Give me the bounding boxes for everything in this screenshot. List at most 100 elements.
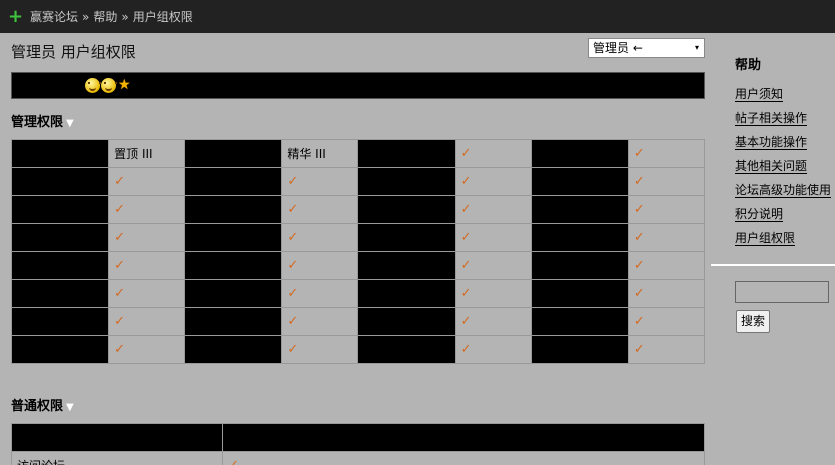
table-row: 置顶 III 精华 III ✓ ✓ [10,139,706,168]
search-input[interactable] [735,281,829,303]
permission-name-cell [357,167,456,196]
permission-name-cell [530,307,629,336]
check-icon: ✓ [228,458,239,465]
permission-name-cell [10,307,110,336]
check-icon: ✓ [114,202,126,217]
breadcrumb-item-help[interactable]: 帮助 [93,8,117,25]
permission-name-cell [10,223,110,252]
permission-value-cell: ✓ [627,251,706,280]
permission-name-cell [357,251,456,280]
permission-value-cell: ✓ [281,195,359,224]
permission-value: 精华 III [287,147,326,161]
permission-name-cell [357,279,456,308]
permission-value-cell: ✓ [454,167,532,196]
table-row: ✓ ✓ ✓ ✓ [10,279,706,308]
collapse-icon[interactable]: ▼ [66,118,74,129]
permission-value-cell: ✓ [454,195,532,224]
permission-value-cell: ✓ [108,251,186,280]
group-select[interactable]: 管理员 ← ▾ [588,38,705,58]
sidebar-link[interactable]: 积分说明 [735,207,784,222]
breadcrumb-item-forum[interactable]: 赢赛论坛 [30,8,78,25]
permission-value-cell: ✓ [108,195,186,224]
breadcrumb-item-current: 用户组权限 [132,10,193,24]
permission-value-cell: ✓ [281,223,359,252]
permission-name-cell [357,195,456,224]
table-header-row [11,423,705,452]
smiley-icon [85,78,101,93]
permission-name-cell [530,279,629,308]
breadcrumb-separator: » [121,9,129,24]
check-icon: ✓ [287,342,299,357]
breadcrumb-separator: » [82,9,90,24]
permission-name-cell [10,139,110,168]
table-row: ✓ ✓ ✓ ✓ [10,335,706,364]
sidebar-link[interactable]: 论坛高级功能使用 [735,183,832,198]
collapse-icon[interactable]: ▼ [66,402,74,413]
permission-value-cell: ✓ [108,307,186,336]
sidebar-link-item: 帖子相关操作 [735,109,831,133]
permission-name-cell [184,307,283,336]
permission-value-cell: ✓ [281,279,359,308]
sidebar-link-item: 论坛高级功能使用 [735,181,832,205]
permission-name-cell [357,307,456,336]
sidebar-link[interactable]: 基本功能操作 [735,135,808,150]
table-row: ✓ ✓ ✓ ✓ [10,251,706,280]
check-icon: ✓ [114,230,126,245]
permission-value-cell: ✓ [222,451,705,465]
search-button[interactable]: 搜索 [736,310,770,333]
check-icon: ✓ [114,314,126,329]
check-icon: ✓ [114,342,126,357]
table-header-cell [11,423,223,452]
sidebar-link[interactable]: 帖子相关操作 [735,111,808,126]
permission-name-cell [184,251,283,280]
check-icon: ✓ [114,258,126,273]
permission-name: 访问论坛 [17,459,65,465]
permission-name-cell [530,139,629,168]
permission-value-cell: ✓ [281,167,359,196]
permission-value-cell: ✓ [454,279,532,308]
normal-permissions-table: 访问论坛 ✓ [11,423,705,465]
sidebar-title: 帮助 [735,58,762,73]
check-icon: ✓ [633,342,645,357]
permission-name-cell [184,139,283,168]
permission-name-cell [357,335,456,364]
sidebar-link-item: 积分说明 [735,205,831,229]
sidebar-link[interactable]: 用户组权限 [735,231,796,246]
permission-name-cell [10,251,110,280]
sidebar-link[interactable]: 用户须知 [735,87,784,102]
check-icon: ✓ [460,342,472,357]
permission-name-cell [184,223,283,252]
plus-icon[interactable]: + [8,7,23,26]
normal-permissions-heading[interactable]: 普通权限 ▼ [11,395,74,414]
permission-name-cell [10,279,110,308]
check-icon: ✓ [287,314,299,329]
section-title: 普通权限 [11,399,64,414]
admin-permissions-heading[interactable]: 管理权限 ▼ [11,111,74,130]
permission-value-cell: ✓ [281,335,359,364]
check-icon: ✓ [287,202,299,217]
group-banner: ★ [11,72,705,99]
divider [711,264,835,266]
check-icon: ✓ [633,230,645,245]
check-icon: ✓ [114,174,126,189]
rank-icons: ★ [85,78,131,93]
sidebar-link-item: 用户组权限 [735,229,831,253]
check-icon: ✓ [460,174,472,189]
check-icon: ✓ [287,174,299,189]
check-icon: ✓ [114,286,126,301]
sidebar-link-item: 基本功能操作 [735,133,831,157]
sidebar-link-item: 用户须知 [735,85,831,109]
permission-value-cell: ✓ [627,167,706,196]
sidebar-link[interactable]: 其他相关问题 [735,159,808,174]
permission-value-cell: 置顶 III [108,139,186,168]
permission-value-cell: 精华 III [281,139,359,168]
check-icon: ✓ [633,174,645,189]
check-icon: ✓ [460,286,472,301]
admin-permissions-table: 置顶 III 精华 III ✓ ✓ ✓ ✓ ✓ ✓ ✓ ✓ ✓ ✓ ✓ ✓ ✓ ✓ ✓ ✓ ✓ ✓ ✓ ✓ ✓ ✓ ✓ ✓ ✓ ✓ ✓ ✓… [10,139,706,364]
permission-name-cell: 访问论坛 [11,451,223,465]
check-icon: ✓ [287,258,299,273]
star-icon: ★ [118,77,131,93]
permission-value-cell: ✓ [108,279,186,308]
permission-value: 置顶 III [114,147,153,161]
check-icon: ✓ [460,230,472,245]
